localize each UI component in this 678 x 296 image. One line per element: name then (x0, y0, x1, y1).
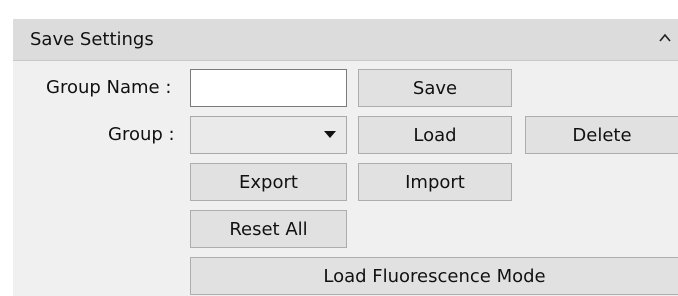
panel-header[interactable]: Save Settings (13, 19, 678, 61)
group-dropdown[interactable] (190, 116, 347, 154)
save-button[interactable]: Save (358, 69, 512, 107)
group-label: Group : (108, 124, 175, 145)
export-button[interactable]: Export (190, 163, 347, 201)
caret-down-icon (324, 131, 336, 138)
load-button[interactable]: Load (358, 116, 512, 154)
save-settings-panel: Save Settings Group Name : Save Group : … (0, 0, 678, 296)
left-margin (0, 0, 13, 296)
chevron-up-icon[interactable] (658, 31, 672, 45)
top-margin (0, 0, 678, 19)
group-name-label: Group Name : (46, 77, 172, 98)
load-fluorescence-mode-button[interactable]: Load Fluorescence Mode (190, 257, 678, 295)
reset-all-button[interactable]: Reset All (190, 210, 347, 248)
panel-title: Save Settings (30, 29, 154, 50)
group-name-input[interactable] (190, 69, 347, 107)
import-button[interactable]: Import (358, 163, 512, 201)
delete-button[interactable]: Delete (525, 116, 678, 154)
